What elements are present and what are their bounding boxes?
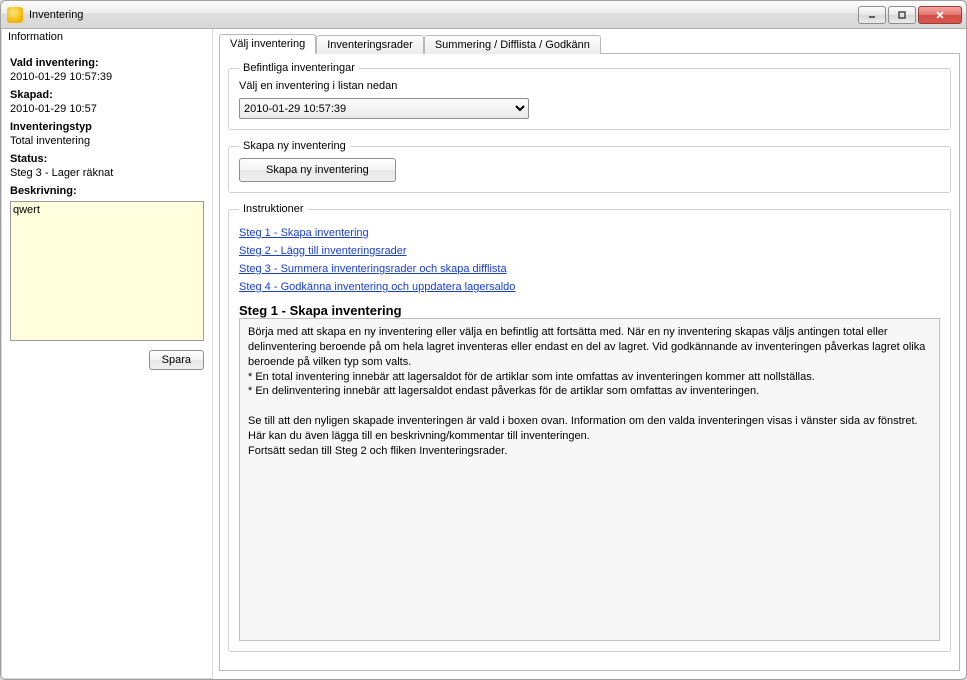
skapa-button[interactable]: Skapa ny inventering bbox=[239, 158, 396, 182]
close-button[interactable] bbox=[918, 6, 962, 24]
left-panel: Information Vald inventering: 2010-01-29… bbox=[1, 29, 213, 679]
tab-summering[interactable]: Summering / Difflista / Godkänn bbox=[424, 35, 601, 54]
tabs: Välj inventering Inventeringsrader Summe… bbox=[219, 31, 960, 53]
left-body: Vald inventering: 2010-01-29 10:57:39 Sk… bbox=[2, 47, 212, 201]
status-value: Steg 3 - Lager räknat bbox=[10, 167, 204, 179]
status-label: Status: bbox=[10, 153, 204, 165]
befintliga-legend: Befintliga inventeringar bbox=[239, 62, 359, 74]
columns: Information Vald inventering: 2010-01-29… bbox=[1, 29, 966, 679]
befintliga-instruction: Välj en inventering i listan nedan bbox=[239, 80, 940, 92]
tabpage-valj-inventering: Befintliga inventeringar Välj en invente… bbox=[219, 53, 960, 671]
content: Information Vald inventering: 2010-01-29… bbox=[1, 29, 966, 679]
window: Inventering Information Vald inventering… bbox=[0, 0, 967, 680]
description-area bbox=[10, 201, 204, 344]
window-buttons bbox=[856, 6, 962, 24]
skapa-group: Skapa ny inventering Skapa ny inventerin… bbox=[228, 140, 951, 193]
maximize-icon bbox=[897, 10, 907, 20]
maximize-button[interactable] bbox=[888, 6, 916, 24]
typ-value: Total inventering bbox=[10, 135, 204, 147]
instruktioner-legend: Instruktioner bbox=[239, 203, 308, 215]
right-panel: Välj inventering Inventeringsrader Summe… bbox=[213, 29, 966, 679]
minimize-button[interactable] bbox=[858, 6, 886, 24]
link-steg-2[interactable]: Steg 2 - Lägg till inventeringsrader bbox=[239, 245, 940, 257]
step-header: Steg 1 - Skapa inventering bbox=[239, 303, 940, 318]
app-icon bbox=[7, 7, 23, 23]
description-textarea[interactable] bbox=[10, 201, 204, 341]
befintliga-group: Befintliga inventeringar Välj en invente… bbox=[228, 62, 951, 130]
link-steg-1[interactable]: Steg 1 - Skapa inventering bbox=[239, 227, 940, 239]
beskrivning-label: Beskrivning: bbox=[10, 185, 204, 197]
step-text[interactable]: Börja med att skapa en ny inventering el… bbox=[239, 318, 940, 641]
titlebar: Inventering bbox=[1, 1, 966, 29]
link-steg-3[interactable]: Steg 3 - Summera inventeringsrader och s… bbox=[239, 263, 940, 275]
befintliga-select[interactable]: 2010-01-29 10:57:39 bbox=[239, 98, 529, 119]
close-icon bbox=[935, 10, 945, 20]
link-steg-4[interactable]: Steg 4 - Godkänna inventering och uppdat… bbox=[239, 281, 940, 293]
window-title: Inventering bbox=[29, 9, 856, 21]
skapa-legend: Skapa ny inventering bbox=[239, 140, 350, 152]
tab-inventeringsrader[interactable]: Inventeringsrader bbox=[316, 35, 424, 54]
left-section-title: Information bbox=[2, 29, 212, 47]
minimize-icon bbox=[867, 10, 877, 20]
vald-value: 2010-01-29 10:57:39 bbox=[10, 71, 204, 83]
skapad-label: Skapad: bbox=[10, 89, 204, 101]
skapad-value: 2010-01-29 10:57 bbox=[10, 103, 204, 115]
vald-label: Vald inventering: bbox=[10, 57, 204, 69]
instruktioner-links: Steg 1 - Skapa inventering Steg 2 - Lägg… bbox=[239, 221, 940, 299]
save-row: Spara bbox=[2, 344, 212, 376]
typ-label: Inventeringstyp bbox=[10, 121, 204, 133]
instruktioner-group: Instruktioner Steg 1 - Skapa inventering… bbox=[228, 203, 951, 652]
tab-valj-inventering[interactable]: Välj inventering bbox=[219, 34, 316, 54]
save-button[interactable]: Spara bbox=[149, 350, 204, 370]
